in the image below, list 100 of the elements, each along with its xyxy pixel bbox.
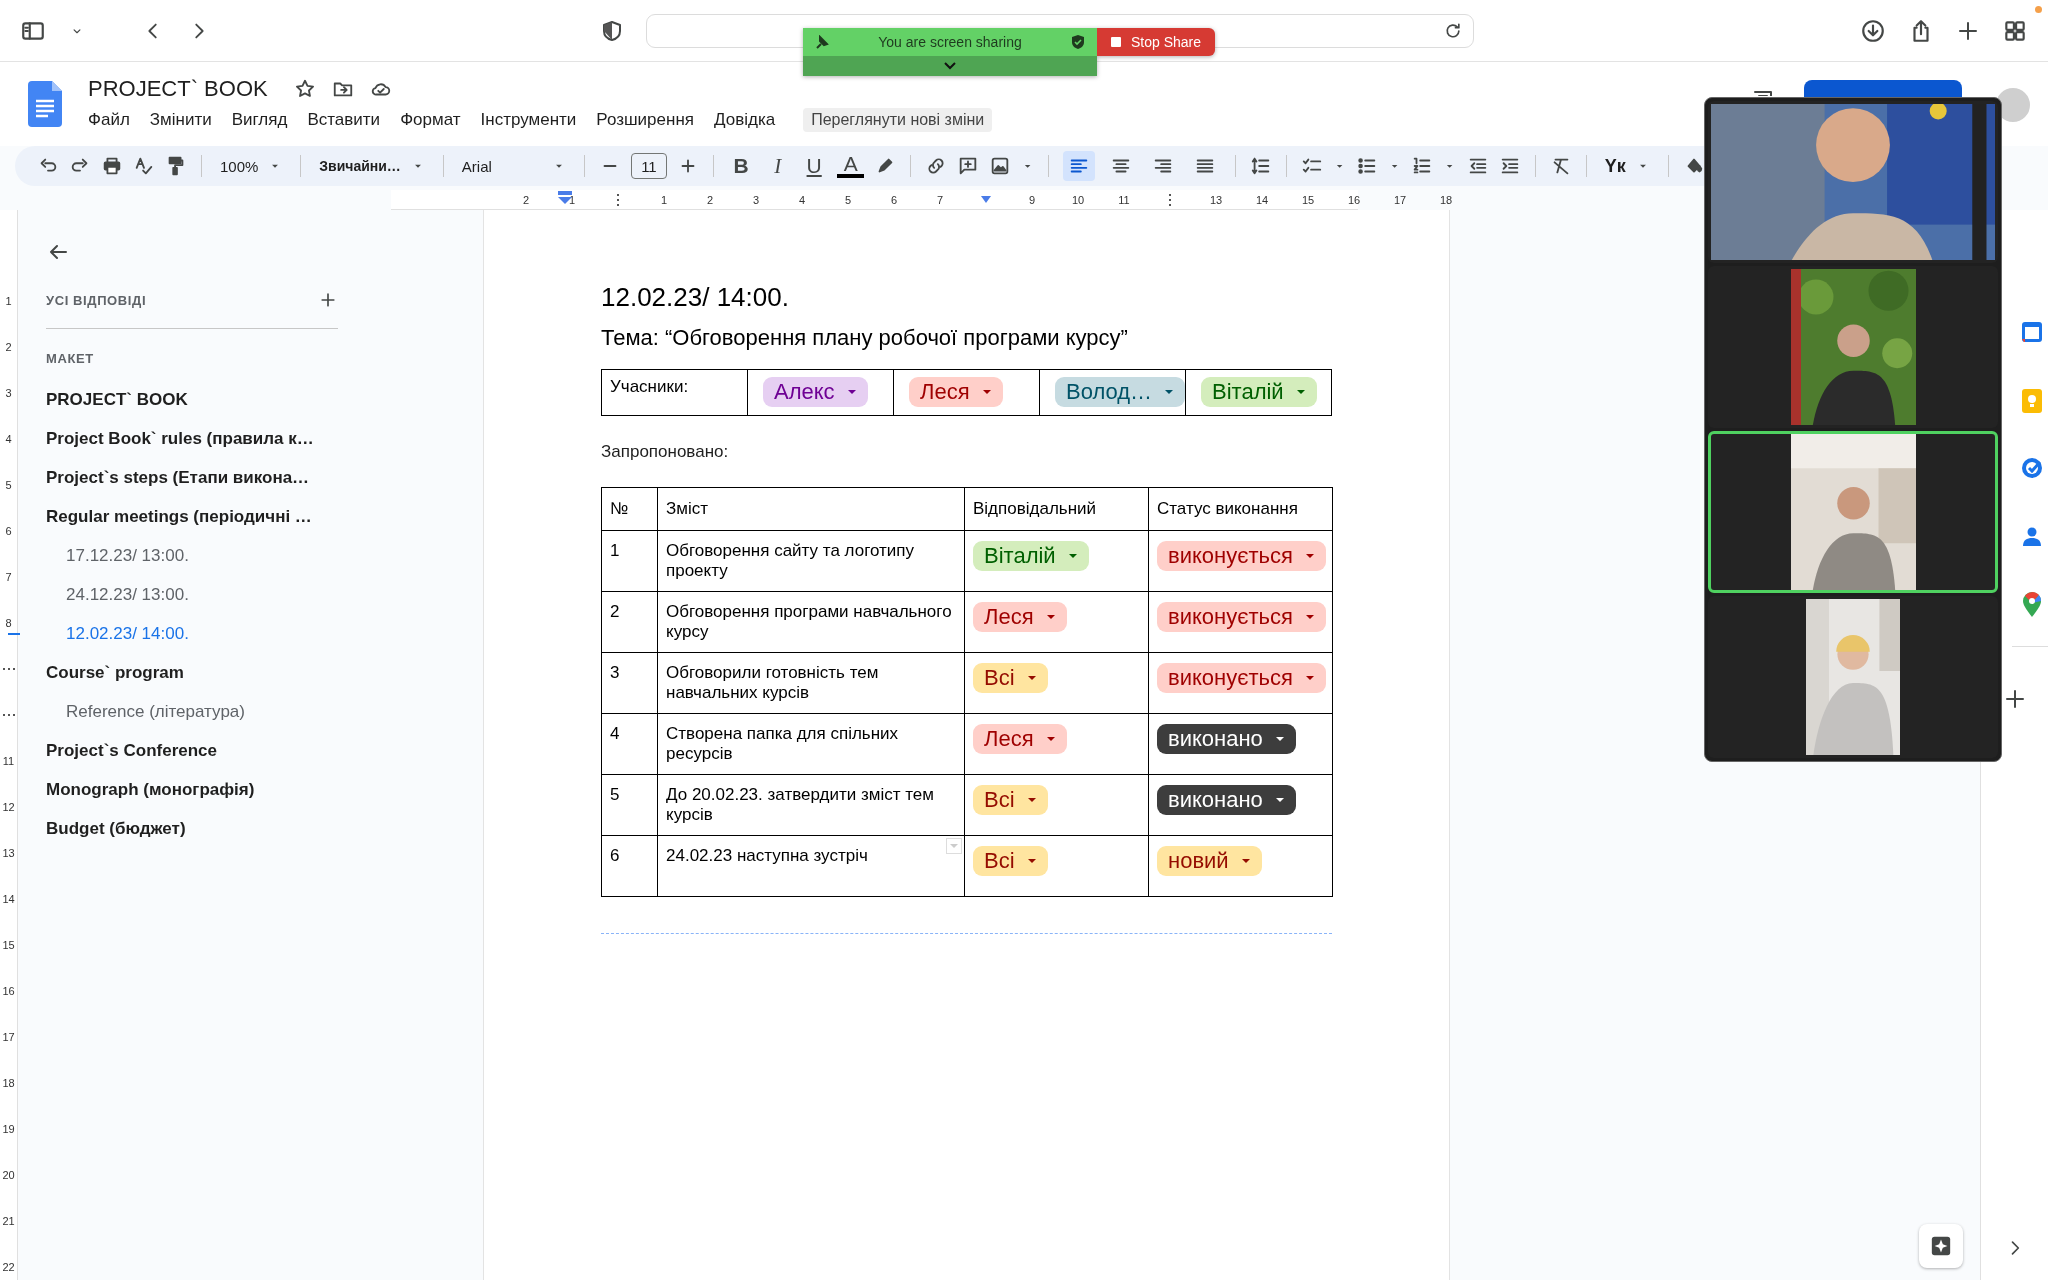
review-changes-button[interactable]: Переглянути нові зміни (803, 108, 993, 132)
ruler-number: 3 (752, 193, 760, 206)
table-cell: 3 (601, 652, 658, 714)
menu-item[interactable]: Вигляд (222, 108, 297, 132)
menu-item[interactable]: Інструменти (471, 108, 586, 132)
menu-item[interactable]: Змінити (140, 108, 221, 132)
table-cell-text: Обговорення програми навчального курсу (666, 602, 953, 642)
table-cell: 1 (601, 530, 658, 592)
stop-share-button[interactable]: Stop Share (1097, 28, 1215, 56)
ruler-number: 11 (2, 755, 15, 767)
ruler-number: 13 (1209, 193, 1223, 206)
ruler-number: 14 (1255, 193, 1269, 206)
table-cell-text: Створена папка для спільних ресурсів (666, 724, 900, 764)
font-size-field[interactable]: 11 (630, 153, 667, 179)
column-header: Статус виконання (1148, 487, 1333, 531)
sharing-message: You are screen sharing (878, 34, 1022, 50)
ruler-number: 1 (660, 193, 668, 206)
outline-item[interactable]: Regular meetings (періодичні … (46, 497, 480, 536)
ruler-number: 4 (5, 433, 12, 445)
font-dropdown[interactable]: Arial (457, 157, 570, 175)
person-chip[interactable]: Всі (973, 846, 1048, 876)
outline-item[interactable]: Course` program (46, 653, 480, 692)
ruler-number: 13 (2, 847, 15, 859)
outline-item[interactable]: Budget (бюджет) (46, 809, 480, 848)
table-cell: 4 (601, 713, 658, 775)
status-chip[interactable]: виконується (1157, 663, 1326, 693)
person-chip[interactable]: Леся (973, 724, 1067, 754)
menu-item[interactable]: Файл (79, 108, 139, 132)
outline-item[interactable]: 12.02.23/ 14:00. (46, 614, 480, 653)
ruler-number: 5 (844, 193, 852, 206)
table-cell: 2 (601, 591, 658, 653)
table-cell-text: Обговорення сайту та логотипу проекту (666, 541, 916, 581)
status-chip[interactable]: виконано (1157, 724, 1296, 754)
table-cell-text: Обговорили готовність тем навчальних курсів (666, 663, 880, 703)
outline-item[interactable]: Reference (література) (46, 692, 480, 731)
ruler-number: 14 (2, 893, 15, 905)
ruler-number: 9 (1028, 193, 1036, 206)
ruler-number: 18 (1439, 193, 1453, 206)
menu-item[interactable]: Довідка (705, 108, 785, 132)
ruler-number: 7 (5, 571, 12, 583)
person-chip[interactable]: Віталій (973, 541, 1089, 571)
outline-item[interactable]: 24.12.23/ 13:00. (46, 575, 480, 614)
status-chip[interactable]: виконується (1157, 602, 1326, 632)
person-chip[interactable]: Всі (973, 785, 1048, 815)
status-chip[interactable]: новий (1157, 846, 1262, 876)
outline-item[interactable]: Project Book` rules (правила к… (46, 419, 480, 458)
status-chip[interactable]: виконується (1157, 541, 1326, 571)
ruler-number: 15 (1301, 193, 1315, 206)
status-chip[interactable]: виконано (1157, 785, 1296, 815)
person-chip[interactable]: Всі (973, 663, 1048, 693)
ruler-number: 20 (2, 1169, 15, 1181)
column-header: Відповідальний (964, 487, 1149, 531)
ruler-number: 6 (5, 525, 12, 537)
proposed-label: Запропоновано: (601, 442, 730, 462)
ruler-number: 2 (522, 193, 530, 206)
column-header: Зміст (657, 487, 965, 531)
ruler-number: 15 (2, 939, 15, 951)
ruler-number: 12 (2, 801, 15, 813)
topic-heading: Тема: “Обговорення плану робочої програми курсу” (601, 325, 1129, 351)
person-chip[interactable]: Леся (973, 602, 1067, 632)
ruler-number: 16 (1347, 193, 1361, 206)
table-cell-text: 24.02.23 наступна зустріч (666, 846, 869, 866)
date-heading: 12.02.23/ 14:00. (601, 282, 790, 313)
ruler-number: 21 (2, 1215, 15, 1227)
ruler-number: 2 (706, 193, 714, 206)
outline-item[interactable]: 17.12.23/ 13:00. (46, 536, 480, 575)
ruler-number: 7 (936, 193, 944, 206)
outline-item[interactable]: Project`s steps (Етапи викона… (46, 458, 480, 497)
ruler-number: 10 (1071, 193, 1085, 206)
table-cell: 6 (601, 835, 658, 897)
format-button[interactable]: A (837, 154, 864, 178)
outline-item[interactable]: PROJECT` BOOK (46, 380, 480, 419)
ruler-number: 17 (1393, 193, 1407, 206)
person-chip[interactable]: Леся (909, 377, 1003, 407)
style-dropdown[interactable]: Звичайни… (315, 158, 429, 174)
person-chip[interactable]: Алекс (763, 377, 868, 407)
menu-item[interactable]: Вставити (298, 108, 390, 132)
ruler-number: 17 (2, 1031, 15, 1043)
ruler-number: 5 (5, 479, 12, 491)
table-cell: Учасники: (601, 369, 748, 416)
ruler-number: 6 (890, 193, 898, 206)
table-cell-text: До 20.02.23. затвердити зміст тем курсів (666, 785, 935, 825)
ruler-number: 3 (5, 387, 12, 399)
format-button[interactable]: I (764, 153, 791, 179)
format-button[interactable]: U (800, 154, 828, 178)
ruler-number: 19 (2, 1123, 15, 1135)
zoom-dropdown[interactable]: 100% (215, 157, 287, 175)
ruler-number: 2 (5, 341, 12, 353)
menu-item[interactable]: Розширення (587, 108, 703, 132)
person-chip[interactable]: Волод… (1055, 377, 1186, 407)
person-chip[interactable]: Віталій (1201, 377, 1317, 407)
menu-item[interactable]: Формат (391, 108, 470, 132)
table-cell: 5 (601, 774, 658, 836)
document-title[interactable]: PROJECT` BOOK (88, 76, 268, 102)
input-tools-button[interactable]: Yк (1600, 155, 1654, 177)
outline-item[interactable]: Monograph (монографія) (46, 770, 480, 809)
ruler-number: 4 (798, 193, 806, 206)
outline-item[interactable]: Project`s Conference (46, 731, 480, 770)
ruler-number: 18 (2, 1077, 15, 1089)
format-button[interactable]: B (727, 154, 755, 178)
